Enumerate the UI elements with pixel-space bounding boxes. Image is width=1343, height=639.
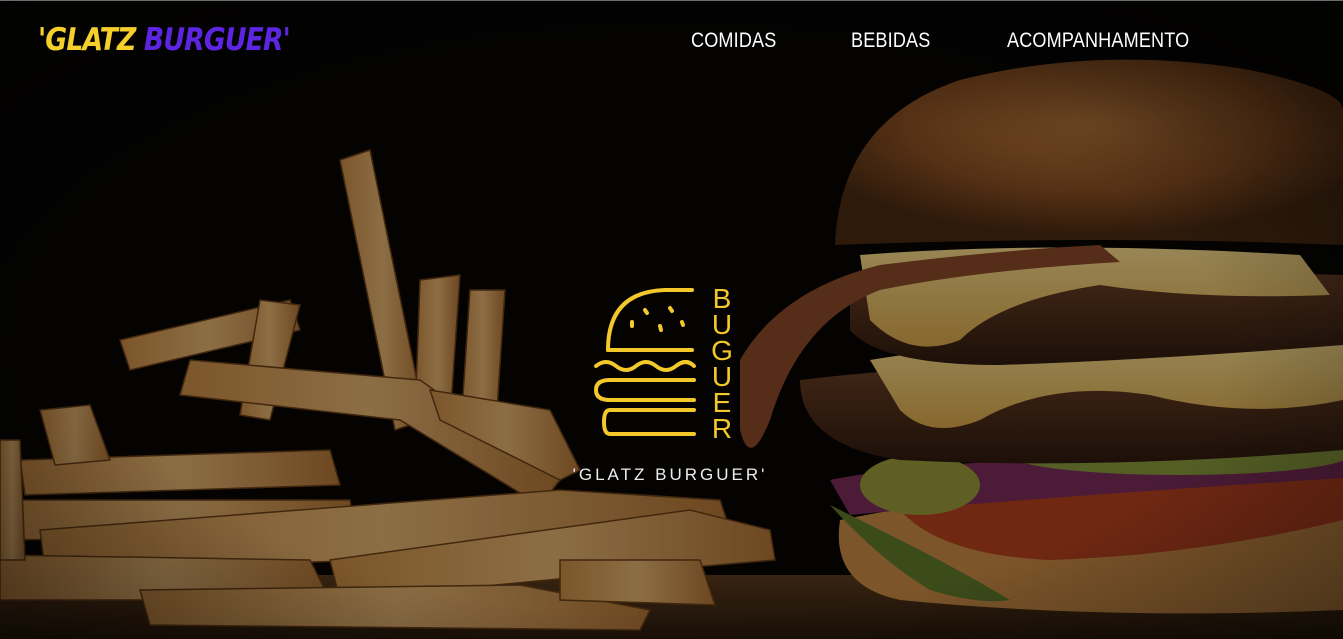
logo-letter-6: R bbox=[712, 413, 732, 444]
nav-item-comidas[interactable]: COMIDAS bbox=[691, 29, 777, 53]
hero-section: 'GLATZ BURGUER' COMIDAS BEBIDAS ACOMPANH… bbox=[0, 0, 1343, 639]
burger-logo-icon: B U G U E R bbox=[594, 283, 733, 444]
nav-item-acompanhamento[interactable]: ACOMPANHAMENTO bbox=[1007, 29, 1189, 53]
nav-item-bebidas[interactable]: BEBIDAS bbox=[851, 29, 930, 53]
main-navigation: COMIDAS BEBIDAS ACOMPANHAMENTO bbox=[0, 29, 1343, 59]
logo-caption: 'GLATZ BURGUER' bbox=[572, 465, 768, 484]
top-border bbox=[0, 0, 1343, 1]
